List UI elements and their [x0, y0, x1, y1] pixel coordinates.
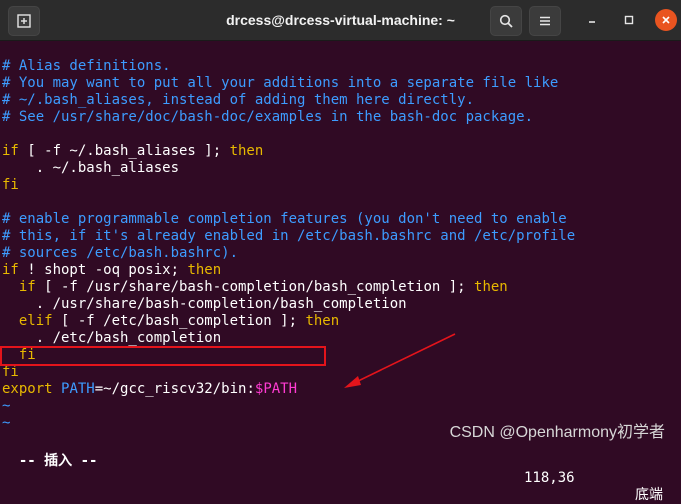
- code-token: # this, if it's already enabled in /etc/…: [2, 228, 576, 244]
- terminal-line: . ~/.bash_aliases: [2, 160, 681, 177]
- vim-mode-indicator: -- 插入 --: [18, 453, 98, 469]
- csdn-watermark: CSDN @Openharmony初学者: [449, 424, 665, 441]
- code-token: PATH: [61, 381, 95, 397]
- export-path-highlight-box: [0, 346, 326, 366]
- code-token: if: [2, 143, 19, 159]
- cursor-position: 118,36: [524, 470, 575, 486]
- code-token: # You may want to put all your additions…: [2, 75, 559, 91]
- code-token: then: [229, 143, 264, 159]
- terminal-line: # See /usr/share/doc/bash-doc/examples i…: [2, 109, 681, 126]
- code-token: elif: [18, 313, 53, 329]
- terminal-line: # ~/.bash_aliases, instead of adding the…: [2, 92, 681, 109]
- maximize-icon: [624, 15, 634, 25]
- code-token: fi: [2, 364, 19, 380]
- minimize-icon: [589, 21, 595, 23]
- terminal-line: elif [ -f /etc/bash_completion ]; then: [2, 313, 681, 330]
- code-token: ! shopt -oq posix;: [18, 262, 188, 278]
- code-token: # sources /etc/bash.bashrc).: [2, 245, 239, 261]
- code-token: ~: [2, 398, 11, 414]
- terminal-line: if [ -f /usr/share/bash-completion/bash_…: [2, 279, 681, 296]
- code-token: $PATH: [254, 381, 298, 397]
- code-token: if: [2, 262, 19, 278]
- code-token: # ~/.bash_aliases, instead of adding the…: [2, 92, 475, 108]
- terminal-text-area[interactable]: # Alias definitions. # You may want to pu…: [2, 41, 681, 452]
- code-token: [ -f ~/.bash_aliases ];: [18, 143, 230, 159]
- terminal-line: # Alias definitions.: [2, 58, 681, 75]
- code-token: export: [2, 381, 62, 397]
- code-token: then: [187, 262, 222, 278]
- code-token: if: [18, 279, 36, 295]
- code-token: then: [305, 313, 340, 329]
- code-token: # See /usr/share/doc/bash-doc/examples i…: [2, 109, 534, 125]
- code-token: . /usr/share/bash-completion/bash_comple…: [2, 296, 407, 312]
- terminal-line: fi: [2, 177, 681, 194]
- code-token: ~: [2, 415, 11, 431]
- terminal-line: ~: [2, 398, 681, 415]
- scroll-position: 底端: [635, 487, 663, 503]
- search-button[interactable]: [490, 6, 522, 36]
- code-token: =~/gcc_riscv32/bin:: [94, 381, 255, 397]
- annotation-arrow: [344, 333, 456, 388]
- title-bar: drcess@drcess-virtual-machine: ~: [0, 0, 681, 41]
- maximize-button[interactable]: [618, 9, 640, 31]
- terminal-line: if ! shopt -oq posix; then: [2, 262, 681, 279]
- terminal-line: if [ -f ~/.bash_aliases ]; then: [2, 143, 681, 160]
- menu-button[interactable]: [529, 6, 561, 36]
- code-token: fi: [2, 177, 19, 193]
- code-token: [ -f /etc/bash_completion ];: [52, 313, 306, 329]
- code-token: # Alias definitions.: [2, 58, 171, 74]
- code-token: [ -f /usr/share/bash-completion/bash_com…: [35, 279, 475, 295]
- code-token: then: [474, 279, 508, 295]
- close-icon: [662, 16, 670, 24]
- hamburger-menu-icon: [540, 16, 550, 26]
- code-token: # enable programmable completion feature…: [2, 211, 567, 227]
- terminal-line: # sources /etc/bash.bashrc).: [2, 245, 681, 262]
- minimize-button[interactable]: [581, 9, 603, 31]
- window-title: drcess@drcess-virtual-machine: ~: [226, 12, 455, 28]
- terminal-line: # You may want to put all your additions…: [2, 75, 681, 92]
- terminal-line: . /usr/share/bash-completion/bash_comple…: [2, 296, 681, 313]
- close-button[interactable]: [655, 9, 677, 31]
- search-icon: [499, 14, 513, 28]
- code-token: . /etc/bash_completion: [2, 330, 222, 346]
- code-token: . ~/.bash_aliases: [2, 160, 180, 176]
- terminal-line: # this, if it's already enabled in /etc/…: [2, 228, 681, 245]
- terminal-line: # enable programmable completion feature…: [2, 211, 681, 228]
